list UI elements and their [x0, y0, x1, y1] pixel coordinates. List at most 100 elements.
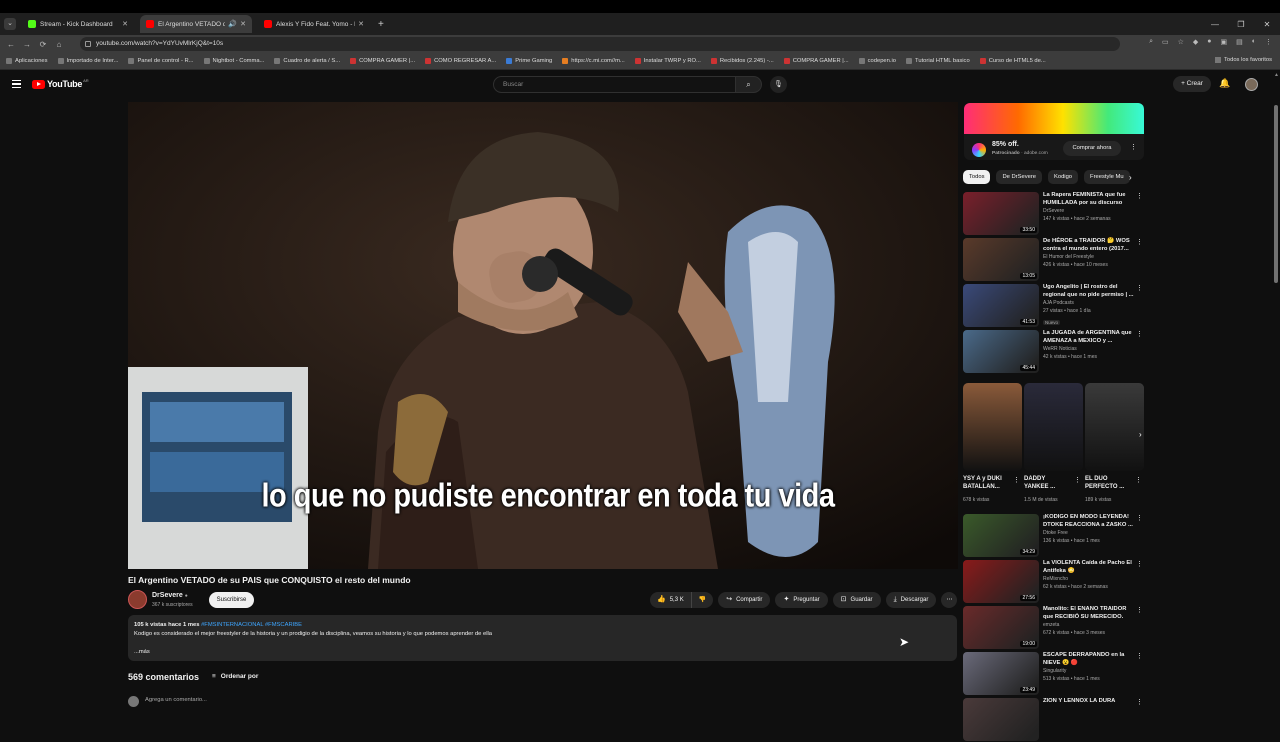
- show-more-link[interactable]: ...más: [134, 648, 951, 657]
- bookmark-item[interactable]: Prime Gaming: [506, 58, 552, 64]
- chip-kodigo[interactable]: Kodigo: [1047, 170, 1079, 184]
- video-title[interactable]: De HÉROE a TRAIDOR 🤔 WOS contra el mundo…: [1043, 238, 1134, 253]
- bookmark-item[interactable]: COMPRA GAMER |...: [350, 58, 415, 64]
- more-vertical-icon[interactable]: ⋮: [1136, 284, 1143, 292]
- audio-icon[interactable]: 🔊: [228, 20, 237, 28]
- video-thumbnail[interactable]: 23:49: [963, 652, 1039, 695]
- recommended-video[interactable]: 34:29 ¡KODIGO EN MODO LEYENDA! DTOKE REAC…: [963, 514, 1145, 558]
- video-thumbnail[interactable]: 33:50: [963, 192, 1039, 235]
- recommended-video[interactable]: 33:50 La Rapera FEMINISTA que fue HUMILLA…: [963, 192, 1145, 236]
- forward-icon[interactable]: →: [19, 40, 35, 49]
- bookmark-item[interactable]: COMPRA GAMER |...: [783, 58, 849, 64]
- new-tab-button[interactable]: +: [378, 19, 384, 30]
- recommended-video[interactable]: 23:49 ESCAPE DERRAPANDO en la NIEVE 😮 🔴 Si…: [963, 652, 1145, 696]
- video-thumbnail[interactable]: 41:53: [963, 284, 1039, 327]
- site-info-icon[interactable]: [85, 41, 91, 47]
- chip-freestyle[interactable]: Freestyle Mu: [1084, 170, 1130, 184]
- channel-name[interactable]: ReMixncho: [1043, 576, 1068, 582]
- video-title[interactable]: Manolito: El ENANO TRAIDOR que RECIBIÓ S…: [1043, 606, 1134, 621]
- cast-icon[interactable]: ▭: [1162, 38, 1169, 46]
- notifications-bell-icon[interactable]: 🔔: [1219, 78, 1230, 89]
- reload-icon[interactable]: ⟳: [35, 40, 51, 49]
- video-thumbnail[interactable]: 34:29: [963, 514, 1039, 557]
- more-vertical-icon[interactable]: ⋮: [1136, 606, 1143, 614]
- close-tab-icon[interactable]: ✕: [122, 20, 128, 28]
- create-button[interactable]: + Crear: [1173, 76, 1211, 92]
- channel-name[interactable]: DrSevere ●: [152, 592, 188, 599]
- chip-todos[interactable]: Todos: [963, 170, 991, 184]
- channel-name[interactable]: DrSevere: [1043, 208, 1064, 214]
- video-title[interactable]: ZION Y LENNOX LA DURA: [1043, 698, 1134, 706]
- home-icon[interactable]: ⌂: [51, 40, 67, 49]
- hashtags[interactable]: #FMSINTERNACIONAL #FMSCARIBE: [201, 622, 302, 628]
- channel-name[interactable]: emzeta: [1043, 622, 1059, 628]
- url-field[interactable]: youtube.com/watch?v=YdYUvMlrKjQ&t=10s: [80, 37, 1120, 51]
- video-player[interactable]: lo que no pudiste encontrar en toda tu v…: [128, 102, 958, 569]
- zoom-icon[interactable]: ⌕: [1149, 38, 1153, 46]
- video-title[interactable]: La JUGADA de ARGENTINA que AMENAZA a MEX…: [1043, 330, 1134, 345]
- profile-icon[interactable]: ◐: [1252, 38, 1256, 46]
- ad-menu-icon[interactable]: ⋮: [1130, 143, 1137, 151]
- extension-icon[interactable]: ◆: [1193, 38, 1198, 46]
- share-button[interactable]: ↪ Compartir: [718, 592, 771, 608]
- close-window-icon[interactable]: ✕: [1254, 20, 1280, 29]
- scroll-up-arrow-icon[interactable]: ▲: [1274, 72, 1279, 78]
- search-input[interactable]: Buscar: [493, 76, 736, 93]
- description-box[interactable]: 105 k vistas hace 1 mes #FMSINTERNACIONA…: [128, 615, 957, 661]
- browser-menu-icon[interactable]: ⋮: [1265, 38, 1272, 46]
- more-vertical-icon[interactable]: ⋮: [1136, 330, 1143, 338]
- shorts-next-chevron-icon[interactable]: ›: [1139, 430, 1142, 439]
- bookmark-item[interactable]: Nightbot - Comma...: [203, 58, 264, 64]
- tab-search-button[interactable]: ⌄: [4, 18, 16, 30]
- menu-icon[interactable]: [12, 80, 21, 88]
- channel-name[interactable]: Dtoke Free: [1043, 530, 1068, 536]
- voice-search-button[interactable]: 🎙: [770, 76, 787, 93]
- download-button[interactable]: ⤓ Descargar: [885, 592, 937, 608]
- recommended-video[interactable]: 41:53 Ugo Angelito | El rostro del region…: [963, 284, 1145, 328]
- short-thumbnail[interactable]: [1085, 383, 1144, 471]
- bookmark-item[interactable]: Panel de control - R...: [128, 58, 194, 64]
- dislike-button[interactable]: 👎: [692, 592, 713, 608]
- more-vertical-icon[interactable]: ⋮: [1074, 476, 1081, 484]
- ad-cta-button[interactable]: Comprar ahora: [1063, 141, 1121, 156]
- all-bookmarks[interactable]: Todos los favoritos: [1214, 57, 1272, 63]
- ad-banner-image[interactable]: [964, 103, 1144, 134]
- ask-button[interactable]: ✦ Preguntar: [775, 592, 828, 608]
- video-title[interactable]: Ugo Angelito | El rostro del regional qu…: [1043, 284, 1134, 299]
- short-title[interactable]: YSY A y DUKI BATALLAN...: [963, 475, 1010, 491]
- more-vertical-icon[interactable]: ⋮: [1136, 514, 1143, 522]
- comment-input[interactable]: Agrega un comentario...: [145, 697, 207, 703]
- video-thumbnail[interactable]: 45:44: [963, 330, 1039, 373]
- sidebar-icon[interactable]: ▤: [1236, 38, 1243, 46]
- close-tab-icon[interactable]: ✕: [240, 20, 246, 28]
- bookmark-star-icon[interactable]: ☆: [1178, 38, 1184, 46]
- save-button[interactable]: ⊡ Guardar: [832, 592, 881, 608]
- extensions-puzzle-icon[interactable]: ▣: [1221, 38, 1228, 46]
- sort-comments-button[interactable]: ≡ Ordenar por: [212, 673, 258, 680]
- sponsored-ad[interactable]: 85% off. Patrocinado · adobe.com Comprar…: [964, 103, 1144, 160]
- channel-avatar[interactable]: [128, 590, 147, 609]
- bookmark-item[interactable]: Cuadro de alerta / S...: [274, 58, 340, 64]
- youtube-logo[interactable]: YouTube AR: [32, 78, 89, 89]
- short-title[interactable]: DADDY YANKEE ...: [1024, 475, 1071, 491]
- channel-name[interactable]: AJA Podcasts: [1043, 300, 1074, 306]
- more-vertical-icon[interactable]: ⋮: [1136, 192, 1143, 200]
- bookmark-item[interactable]: Importado de Inter...: [57, 58, 118, 64]
- chevron-right-icon[interactable]: ›: [1129, 173, 1132, 182]
- video-title[interactable]: La VIOLENTA Caída de Pacho El Antifeka 😳: [1043, 560, 1134, 575]
- recommended-video[interactable]: ZION Y LENNOX LA DURA ⋮: [963, 698, 1145, 742]
- recommended-video[interactable]: 19:00 Manolito: El ENANO TRAIDOR que RECI…: [963, 606, 1145, 650]
- channel-name[interactable]: WeRR Noticias: [1043, 346, 1077, 352]
- video-title[interactable]: La Rapera FEMINISTA que fue HUMILLADA po…: [1043, 192, 1134, 207]
- short-thumbnail[interactable]: [963, 383, 1022, 471]
- close-tab-icon[interactable]: ✕: [358, 20, 364, 28]
- account-avatar[interactable]: [1245, 78, 1258, 91]
- bookmark-item[interactable]: https://c.mi.com//m...: [562, 58, 625, 64]
- recommended-video[interactable]: 13:05 De HÉROE a TRAIDOR 🤔 WOS contra el …: [963, 238, 1145, 282]
- more-vertical-icon[interactable]: ⋮: [1013, 476, 1020, 484]
- chip-de-drsevere[interactable]: De DrSevere: [996, 170, 1042, 184]
- short-title[interactable]: EL DUO PERFECTO ...: [1085, 475, 1132, 491]
- like-button[interactable]: 👍 5,3 K: [650, 592, 692, 608]
- bookmark-item[interactable]: Tutorial HTML basico: [906, 58, 970, 64]
- recommended-video[interactable]: 27:56 La VIOLENTA Caída de Pacho El Antif…: [963, 560, 1145, 604]
